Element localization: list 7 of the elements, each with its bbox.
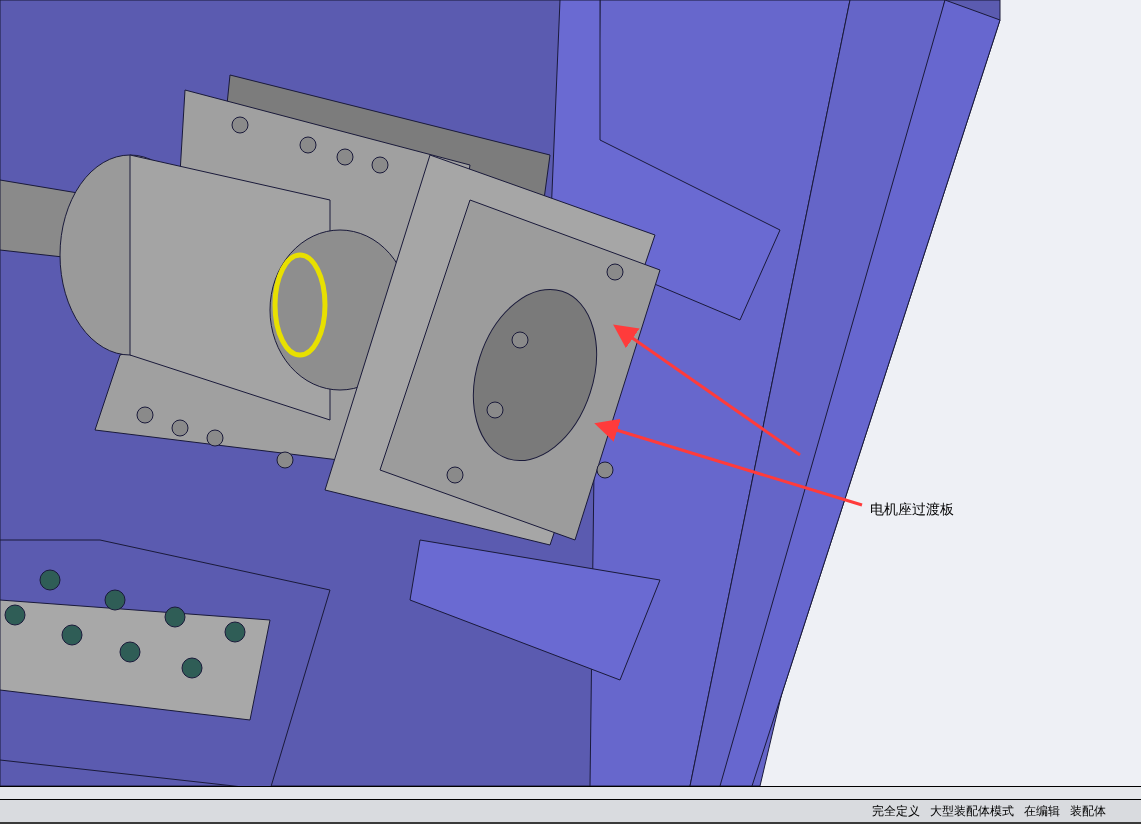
status-text: 在编辑 — [1023, 803, 1061, 820]
status-text: 大型装配体模式 — [929, 803, 1015, 820]
status-text: 装配体 — [1069, 803, 1107, 820]
callout-label: 电机座过渡板 — [870, 500, 954, 519]
status-text: 完全定义 — [871, 803, 921, 820]
horizontal-scroll-bar[interactable] — [0, 786, 1141, 800]
graphics-viewport[interactable]: 电机座过渡板 — [0, 0, 1141, 786]
